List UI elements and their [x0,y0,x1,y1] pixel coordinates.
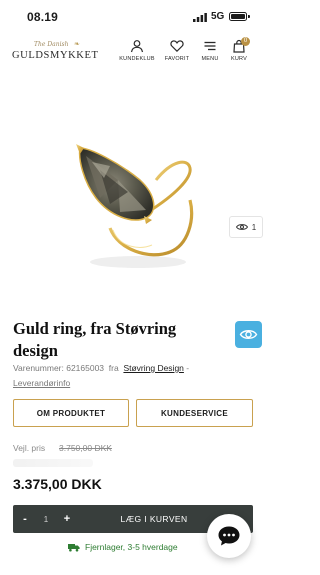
quantity-increase-button[interactable]: + [55,513,79,525]
from-text: fra [108,363,119,373]
stock-status: Fjernlager, 3-5 hverdage [68,542,178,552]
supplier-info-link[interactable]: Leverandørinfo [13,378,70,388]
product-meta: Varenummer: 62165003 fra Støvring Design… [13,361,258,391]
site-header: The Danish ❧ GULDSMYKKET KUNDEKLUB FAVOR… [0,34,266,72]
logo[interactable]: The Danish ❧ GULDSMYKKET [12,40,98,66]
eye-icon [235,224,248,230]
view-count: 1 [251,222,257,232]
signal-icon [193,13,207,22]
nav-favorit[interactable]: FAVORIT [159,39,195,69]
logo-wordmark: GULDSMYKKET [12,50,99,61]
brand-link[interactable]: Støvring Design [123,363,183,373]
logo-tagline: The Danish [34,41,69,48]
status-bar: 08.19 5G [0,0,266,34]
old-price: 3.750,00 DKK [59,443,112,453]
battery-icon [229,12,247,21]
quantity-decrease-button[interactable]: - [13,513,37,525]
nav-kurv[interactable]: 0 KURV [221,37,257,69]
eye-icon [239,330,258,339]
menu-icon [204,41,216,51]
current-price: 3.375,00 DKK [13,476,102,492]
chat-button[interactable] [207,514,251,558]
nav-label-kundeklub: KUNDEKLUB [119,56,155,62]
price-label: Vejl. pris [13,443,46,453]
price-shadow [13,459,93,467]
product-image[interactable] [0,100,266,290]
view-badge: 1 [229,216,263,238]
variant-number: Varenummer: 62165003 [13,363,105,373]
nav-label-favorit: FAVORIT [164,56,190,62]
truck-icon [68,543,80,551]
accessibility-eye-button[interactable] [235,321,262,348]
product-title: Guld ring, fra Støvring design [13,319,177,360]
customer-service-button[interactable]: KUNDESERVICE [136,399,253,427]
heart-icon [170,40,184,53]
status-time: 08.19 [27,10,59,24]
nav-label-kurv: KURV [231,56,247,62]
network-label: 5G [211,11,225,22]
quantity-value[interactable]: 1 [37,515,55,524]
chat-icon [218,526,240,546]
stock-text: Fjernlager, 3-5 hverdage [85,542,178,552]
meta-separator: - [186,363,190,373]
cart-count-badge: 0 [241,37,250,46]
user-icon [130,40,144,53]
about-product-button[interactable]: OM PRODUKTET [13,399,129,427]
nav-kundeklub[interactable]: KUNDEKLUB [119,39,155,69]
battery-cap [248,15,250,18]
logo-flourish-icon: ❧ [74,41,80,48]
